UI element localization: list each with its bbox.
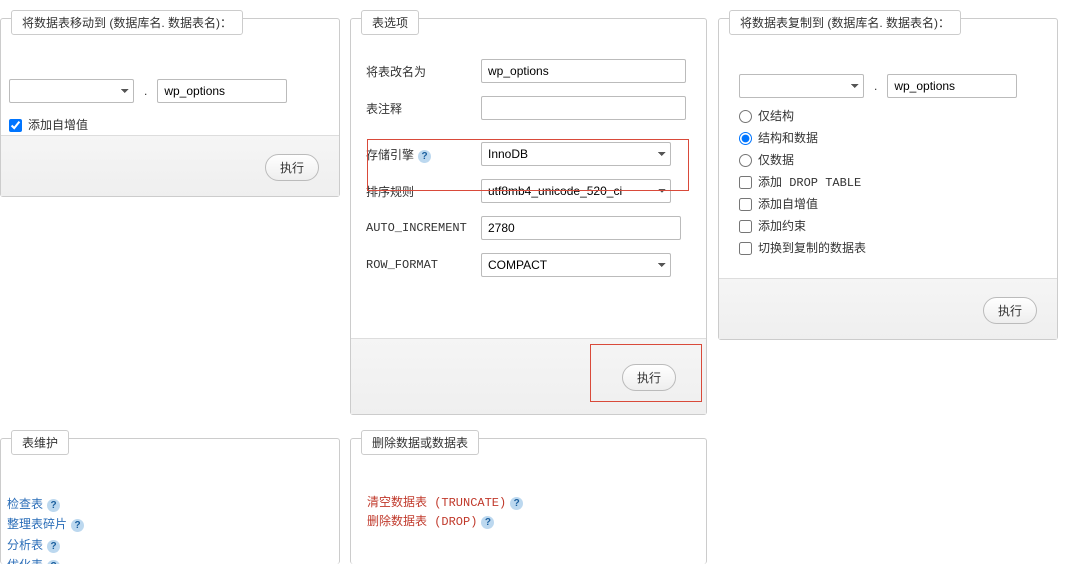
help-icon[interactable]: ? xyxy=(71,519,84,532)
chk-constraints[interactable] xyxy=(739,220,752,233)
link-truncate[interactable]: 清空数据表 (TRUNCATE) xyxy=(367,496,506,510)
link-check-table[interactable]: 检查表 xyxy=(7,497,43,511)
comment-input[interactable] xyxy=(481,96,686,120)
move-db-select[interactable] xyxy=(9,79,134,103)
dot-separator: . xyxy=(874,79,877,93)
options-exec-button[interactable]: 执行 xyxy=(622,364,676,391)
radio-structure-data[interactable] xyxy=(739,132,752,145)
link-optimize[interactable]: 优化表 xyxy=(7,558,43,564)
copy-exec-button[interactable]: 执行 xyxy=(983,297,1037,324)
help-icon[interactable]: ? xyxy=(47,540,60,553)
move-autoinc-checkbox[interactable] xyxy=(9,119,22,132)
maint-panel-title: 表维护 xyxy=(11,430,69,455)
collation-select[interactable]: utf8mb4_unicode_520_ci xyxy=(481,179,671,203)
copy-db-select[interactable] xyxy=(739,74,864,98)
options-panel-title: 表选项 xyxy=(361,10,419,35)
comment-label: 表注释 xyxy=(366,100,481,117)
move-autoinc-label[interactable]: 添加自增值 xyxy=(9,118,88,132)
help-icon[interactable]: ? xyxy=(47,499,60,512)
engine-select[interactable]: InnoDB xyxy=(481,142,671,166)
link-defragment[interactable]: 整理表碎片 xyxy=(7,517,67,531)
engine-label: 存储引擎 xyxy=(366,148,414,162)
delete-panel-title: 删除数据或数据表 xyxy=(361,430,479,455)
radio-structure-only-label[interactable]: 仅结构 xyxy=(739,107,866,124)
chk-switch[interactable] xyxy=(739,242,752,255)
dot-separator: . xyxy=(144,84,147,98)
table-maintenance-panel: 表维护 检查表? 整理表碎片? 分析表? 优化表? xyxy=(0,438,340,564)
copy-table-panel: 将数据表复制到 (数据库名. 数据表名)： . 仅结构 结构和数据 仅数据 添加… xyxy=(718,18,1058,340)
chk-drop-table[interactable] xyxy=(739,176,752,189)
radio-structure-data-label[interactable]: 结构和数据 xyxy=(739,129,866,146)
radio-data-only[interactable] xyxy=(739,154,752,167)
radio-structure-only[interactable] xyxy=(739,110,752,123)
copy-table-input[interactable] xyxy=(887,74,1017,98)
move-panel-title: 将数据表移动到 (数据库名. 数据表名)： xyxy=(11,10,243,35)
chk-drop-label[interactable]: 添加 DROP TABLE xyxy=(739,173,866,190)
table-options-panel: 表选项 将表改名为 表注释 存储引擎?InnoDB 排序规则utf8mb4_un… xyxy=(350,18,707,415)
help-icon[interactable]: ? xyxy=(481,516,494,529)
move-table-panel: 将数据表移动到 (数据库名. 数据表名)： . 添加自增值 执行 xyxy=(0,18,340,197)
chk-autoinc-label[interactable]: 添加自增值 xyxy=(739,195,866,212)
radio-data-only-label[interactable]: 仅数据 xyxy=(739,151,866,168)
link-drop[interactable]: 删除数据表 (DROP) xyxy=(367,515,477,529)
help-icon[interactable]: ? xyxy=(47,560,60,564)
collation-label: 排序规则 xyxy=(366,183,481,200)
help-icon[interactable]: ? xyxy=(418,150,431,163)
rename-input[interactable] xyxy=(481,59,686,83)
help-icon[interactable]: ? xyxy=(510,497,523,510)
autoinc-input[interactable] xyxy=(481,216,681,240)
rowformat-label: ROW_FORMAT xyxy=(366,258,481,272)
move-exec-button[interactable]: 执行 xyxy=(265,154,319,181)
autoinc-label: AUTO_INCREMENT xyxy=(366,221,481,235)
rowformat-select[interactable]: COMPACT xyxy=(481,253,671,277)
rename-label: 将表改名为 xyxy=(366,63,481,80)
copy-panel-title: 将数据表复制到 (数据库名. 数据表名)： xyxy=(729,10,961,35)
move-table-input[interactable] xyxy=(157,79,287,103)
chk-switch-label[interactable]: 切换到复制的数据表 xyxy=(739,239,866,256)
chk-constraints-label[interactable]: 添加约束 xyxy=(739,217,866,234)
link-analyze[interactable]: 分析表 xyxy=(7,538,43,552)
delete-panel: 删除数据或数据表 清空数据表 (TRUNCATE)? 删除数据表 (DROP)? xyxy=(350,438,707,564)
chk-auto-increment[interactable] xyxy=(739,198,752,211)
